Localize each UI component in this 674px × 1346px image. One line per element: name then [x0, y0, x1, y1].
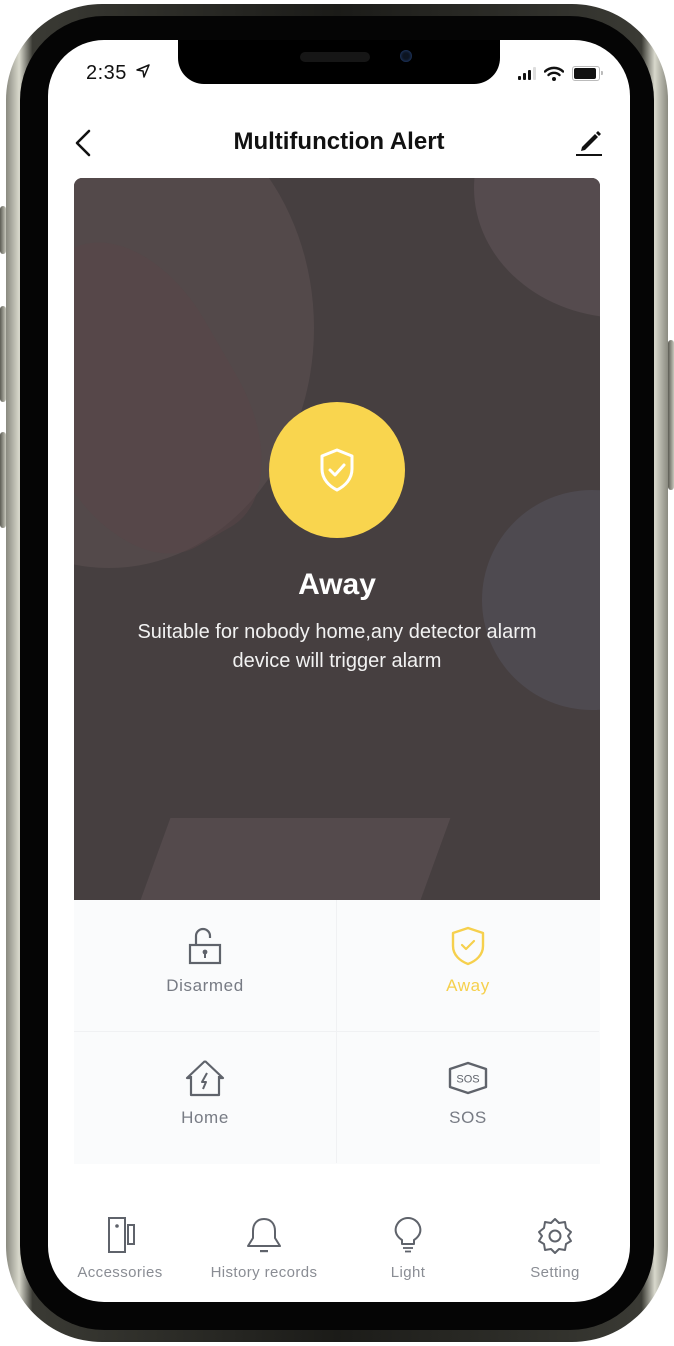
status-indicators — [518, 66, 603, 81]
background-shape — [97, 818, 451, 900]
cellular-signal-icon — [518, 66, 536, 80]
tab-label: Accessories — [77, 1264, 163, 1281]
mute-switch — [0, 206, 6, 254]
bottom-tab-bar: Accessories History records Light Settin… — [48, 1200, 630, 1300]
status-time: 2:35 — [86, 62, 150, 85]
svg-text:SOS: SOS — [456, 1074, 479, 1086]
shield-check-icon — [320, 448, 354, 492]
location-arrow-icon — [136, 64, 150, 78]
mode-home-button[interactable]: Home — [74, 1032, 337, 1163]
volume-down-button — [0, 432, 6, 528]
mode-label: Disarmed — [166, 976, 244, 995]
power-button — [668, 340, 674, 490]
tab-label: History records — [210, 1264, 318, 1281]
battery-icon — [572, 66, 603, 81]
mode-sos-button[interactable]: SOS SOS — [337, 1032, 599, 1163]
mode-disarmed-button[interactable]: Disarmed — [74, 900, 337, 1032]
speaker — [300, 52, 370, 62]
tab-light[interactable]: Light — [336, 1200, 480, 1300]
house-bolt-icon — [185, 1060, 225, 1097]
navigation-bar: Multifunction Alert — [48, 118, 630, 168]
background-shape — [474, 178, 600, 318]
shield-check-icon — [451, 926, 485, 966]
tab-label: Light — [390, 1264, 426, 1281]
mode-label: SOS — [449, 1108, 487, 1127]
notch — [178, 40, 500, 84]
volume-up-button — [0, 306, 6, 402]
tab-accessories[interactable]: Accessories — [48, 1200, 192, 1300]
wifi-icon — [544, 66, 564, 81]
current-mode-title: Away — [298, 568, 376, 601]
status-time-text: 2:35 — [86, 62, 127, 84]
mode-selector: Disarmed Away Home SOS SOS — [74, 900, 600, 1164]
pencil-icon[interactable] — [574, 126, 604, 158]
current-mode-badge — [269, 402, 405, 538]
mode-label: Away — [446, 976, 490, 995]
mode-label: Home — [181, 1108, 229, 1127]
tab-history-records[interactable]: History records — [192, 1200, 336, 1300]
current-mode-description: Suitable for nobody home,any detector al… — [137, 621, 537, 672]
mode-status-card: Away Suitable for nobody home,any detect… — [74, 178, 600, 900]
door-sensor-icon — [108, 1217, 135, 1253]
tab-setting[interactable]: Setting — [480, 1200, 630, 1300]
app-screen: 2:35 Multifunction Alert Away Suitable f… — [48, 40, 630, 1302]
lightbulb-icon — [394, 1217, 422, 1253]
sos-hexagon-icon: SOS — [448, 1061, 488, 1095]
mode-away-button[interactable]: Away — [337, 900, 599, 1032]
front-camera — [400, 50, 412, 62]
tab-label: Setting — [530, 1264, 580, 1281]
page-title: Multifunction Alert — [233, 128, 445, 155]
unlocked-padlock-icon — [188, 927, 222, 965]
bell-icon — [247, 1218, 281, 1253]
gear-icon — [538, 1218, 572, 1254]
